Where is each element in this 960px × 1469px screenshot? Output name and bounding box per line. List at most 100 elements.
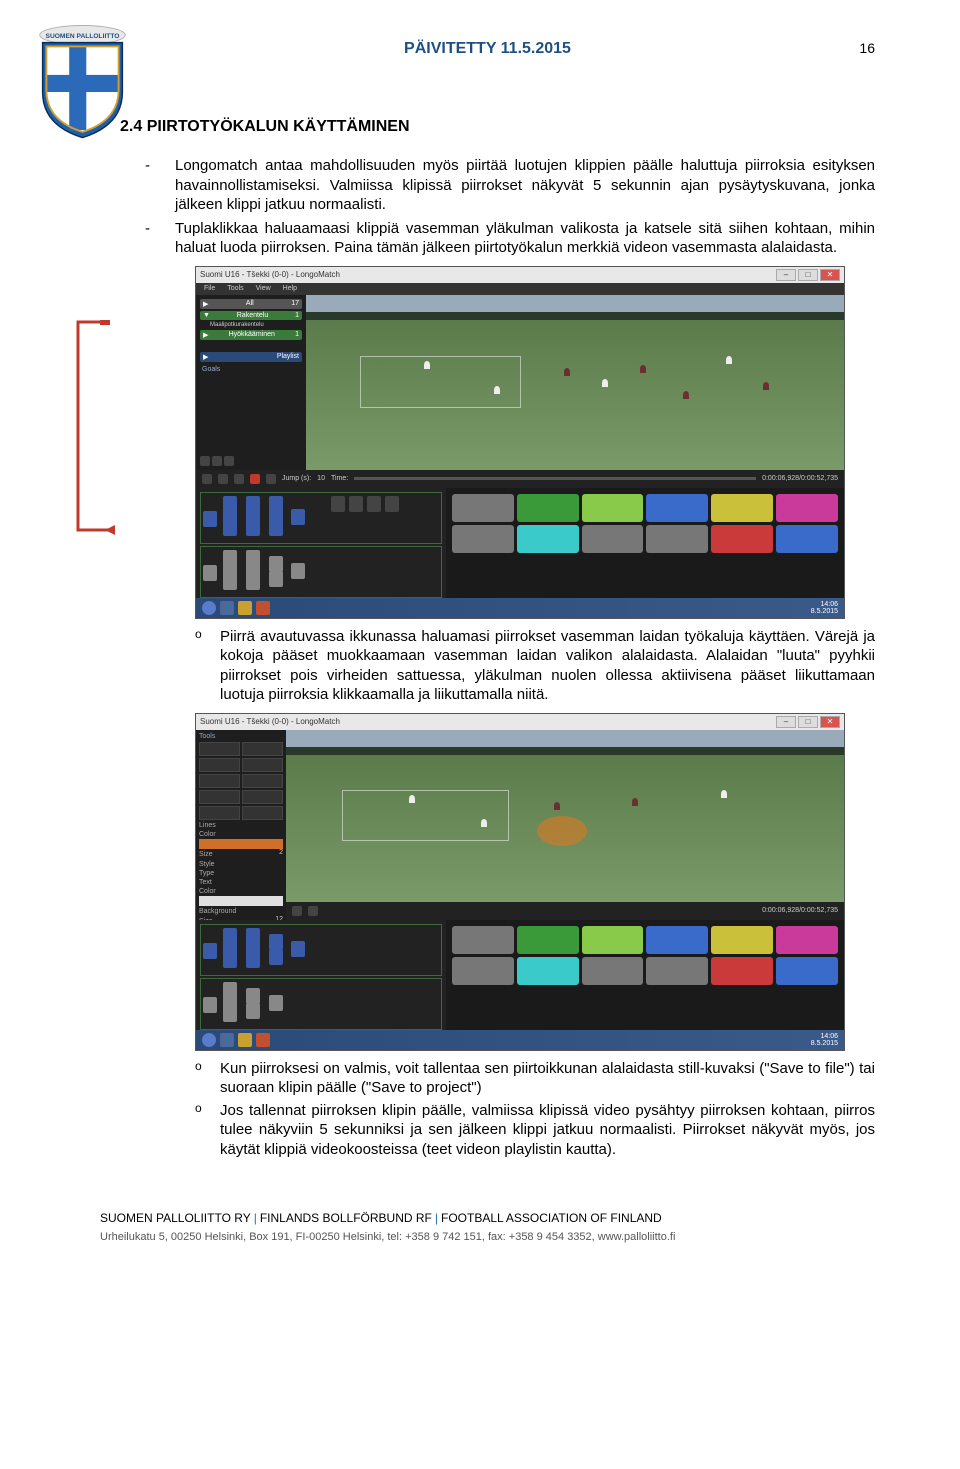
size-value[interactable]: 2 bbox=[279, 849, 283, 859]
jump-value[interactable]: 10 bbox=[317, 475, 325, 482]
tag-button[interactable] bbox=[776, 926, 838, 954]
tool-text[interactable] bbox=[242, 758, 283, 772]
drawn-ellipse-annotation[interactable] bbox=[537, 816, 587, 846]
tool-cross[interactable] bbox=[199, 774, 240, 788]
undo-button[interactable] bbox=[292, 906, 302, 916]
time-slider[interactable] bbox=[354, 477, 756, 480]
tag-button[interactable] bbox=[646, 525, 708, 553]
taskbar-app-icon[interactable] bbox=[220, 601, 234, 615]
close-button[interactable]: ✕ bbox=[820, 269, 840, 281]
tag-button[interactable] bbox=[711, 926, 773, 954]
maximize-button[interactable]: □ bbox=[798, 269, 818, 281]
draw-controls: 0:00:06,928/0:00:52,735 bbox=[286, 902, 844, 920]
formation-away[interactable] bbox=[200, 978, 442, 1030]
tag-button[interactable] bbox=[517, 957, 579, 985]
taskbar-clock[interactable]: 14:068.5.2015 bbox=[811, 1033, 838, 1047]
color-swatch[interactable] bbox=[199, 896, 283, 906]
timestamp: 0:00:06,928/0:00:52,735 bbox=[762, 907, 838, 914]
next-button[interactable] bbox=[234, 474, 244, 484]
tool-angle[interactable] bbox=[242, 806, 283, 820]
minimize-button[interactable]: – bbox=[776, 716, 796, 728]
tool-ellipse[interactable] bbox=[199, 790, 240, 804]
tool-pen[interactable] bbox=[242, 742, 283, 756]
tag-button[interactable] bbox=[582, 926, 644, 954]
header-title: PÄIVITETTY 11.5.2015 bbox=[404, 40, 571, 58]
taskbar-clock[interactable]: 14:068.5.2015 bbox=[811, 601, 838, 615]
tag-button[interactable] bbox=[711, 494, 773, 522]
sidebar-tool-icon[interactable] bbox=[212, 456, 222, 466]
sidebar-goals[interactable]: Goals bbox=[200, 364, 302, 375]
menu-tools[interactable]: Tools bbox=[227, 285, 243, 292]
tag-button[interactable] bbox=[776, 494, 838, 522]
section-heading: 2.4 PIIRTOTYÖKALUN KÄYTTÄMINEN bbox=[120, 118, 875, 136]
jump-label: Jump (s): bbox=[282, 475, 311, 482]
broom-clear-button[interactable] bbox=[308, 906, 318, 916]
prev-button[interactable] bbox=[202, 474, 212, 484]
tag-button[interactable] bbox=[582, 494, 644, 522]
menu-view[interactable]: View bbox=[256, 285, 271, 292]
tool-line[interactable] bbox=[199, 758, 240, 772]
sidebar-playlist[interactable]: ▶ Playlist bbox=[200, 352, 302, 362]
start-button-icon[interactable] bbox=[202, 1033, 216, 1047]
menu-file[interactable]: File bbox=[204, 285, 215, 292]
sidebar-tool-icon[interactable] bbox=[224, 456, 234, 466]
section-title: PIIRTOTYÖKALUN KÄYTTÄMINEN bbox=[147, 118, 410, 135]
tag-button[interactable] bbox=[646, 494, 708, 522]
menu-help[interactable]: Help bbox=[283, 285, 297, 292]
close-button[interactable]: ✕ bbox=[820, 716, 840, 728]
formation-away[interactable] bbox=[200, 546, 442, 598]
draw-canvas[interactable] bbox=[286, 730, 844, 902]
tag-button[interactable] bbox=[646, 957, 708, 985]
video-controls: Jump (s): 10 Time: 0:00:06,928/0:00:52,7… bbox=[196, 470, 844, 488]
footer-address: Urheilukatu 5, 00250 Helsinki, Box 191, … bbox=[100, 1229, 875, 1246]
tool-player[interactable] bbox=[199, 806, 240, 820]
tag-button[interactable] bbox=[711, 525, 773, 553]
taskbar-app-icon[interactable] bbox=[256, 1033, 270, 1047]
tag-button[interactable] bbox=[452, 494, 514, 522]
taskbar-app-icon[interactable] bbox=[256, 601, 270, 615]
video-viewport[interactable] bbox=[306, 295, 844, 470]
draw-tool-button[interactable] bbox=[250, 474, 260, 484]
speed-button[interactable] bbox=[266, 474, 276, 484]
tag-button[interactable] bbox=[711, 957, 773, 985]
tag-button[interactable] bbox=[452, 957, 514, 985]
play-button[interactable] bbox=[218, 474, 228, 484]
window-titlebar: Suomi U16 - Tšekki (0-0) - LongoMatch – … bbox=[196, 267, 844, 283]
formation-home[interactable] bbox=[200, 492, 442, 544]
footer-org: FOOTBALL ASSOCIATION OF FINLAND bbox=[441, 1211, 662, 1225]
tag-button[interactable] bbox=[452, 525, 514, 553]
tool-number[interactable] bbox=[242, 790, 283, 804]
minimize-button[interactable]: – bbox=[776, 269, 796, 281]
sidebar-clip-item[interactable]: Maalipotkurakentelu bbox=[200, 322, 302, 328]
tool-pointer[interactable] bbox=[199, 742, 240, 756]
color-swatch[interactable] bbox=[199, 839, 283, 849]
tag-button[interactable] bbox=[776, 957, 838, 985]
sidebar-tool-icon[interactable] bbox=[200, 456, 210, 466]
tag-button[interactable] bbox=[776, 525, 838, 553]
tag-button[interactable] bbox=[517, 926, 579, 954]
sidebar-category[interactable]: ▼ Rakentelu1 bbox=[200, 311, 302, 320]
page-header: PÄIVITETTY 11.5.2015 16 bbox=[100, 40, 875, 58]
formation-home[interactable] bbox=[200, 924, 442, 976]
tag-button[interactable] bbox=[452, 926, 514, 954]
bullet-item: Longomatch antaa mahdollisuuden myös pii… bbox=[145, 156, 875, 215]
taskbar-app-icon[interactable] bbox=[238, 601, 252, 615]
sidebar-category[interactable]: ▶ Hyökkääminen1 bbox=[200, 330, 302, 340]
start-button-icon[interactable] bbox=[202, 601, 216, 615]
tag-button[interactable] bbox=[646, 926, 708, 954]
tag-button[interactable] bbox=[517, 525, 579, 553]
tag-button[interactable] bbox=[582, 525, 644, 553]
maximize-button[interactable]: □ bbox=[798, 716, 818, 728]
tag-button[interactable] bbox=[582, 957, 644, 985]
tag-button[interactable] bbox=[517, 494, 579, 522]
tag-panel bbox=[446, 920, 844, 1030]
tag-panel bbox=[446, 488, 844, 598]
lines-label: Lines bbox=[199, 822, 283, 829]
bullet-item: Tuplaklikkaa haluaamaasi klippiä vasemma… bbox=[145, 219, 875, 258]
window-title: Suomi U16 - Tšekki (0-0) - LongoMatch bbox=[200, 717, 340, 726]
sidebar-all[interactable]: ▶ All17 bbox=[200, 299, 302, 309]
taskbar-app-icon[interactable] bbox=[238, 1033, 252, 1047]
taskbar-app-icon[interactable] bbox=[220, 1033, 234, 1047]
tool-rect[interactable] bbox=[242, 774, 283, 788]
section-number: 2.4 bbox=[120, 118, 142, 135]
